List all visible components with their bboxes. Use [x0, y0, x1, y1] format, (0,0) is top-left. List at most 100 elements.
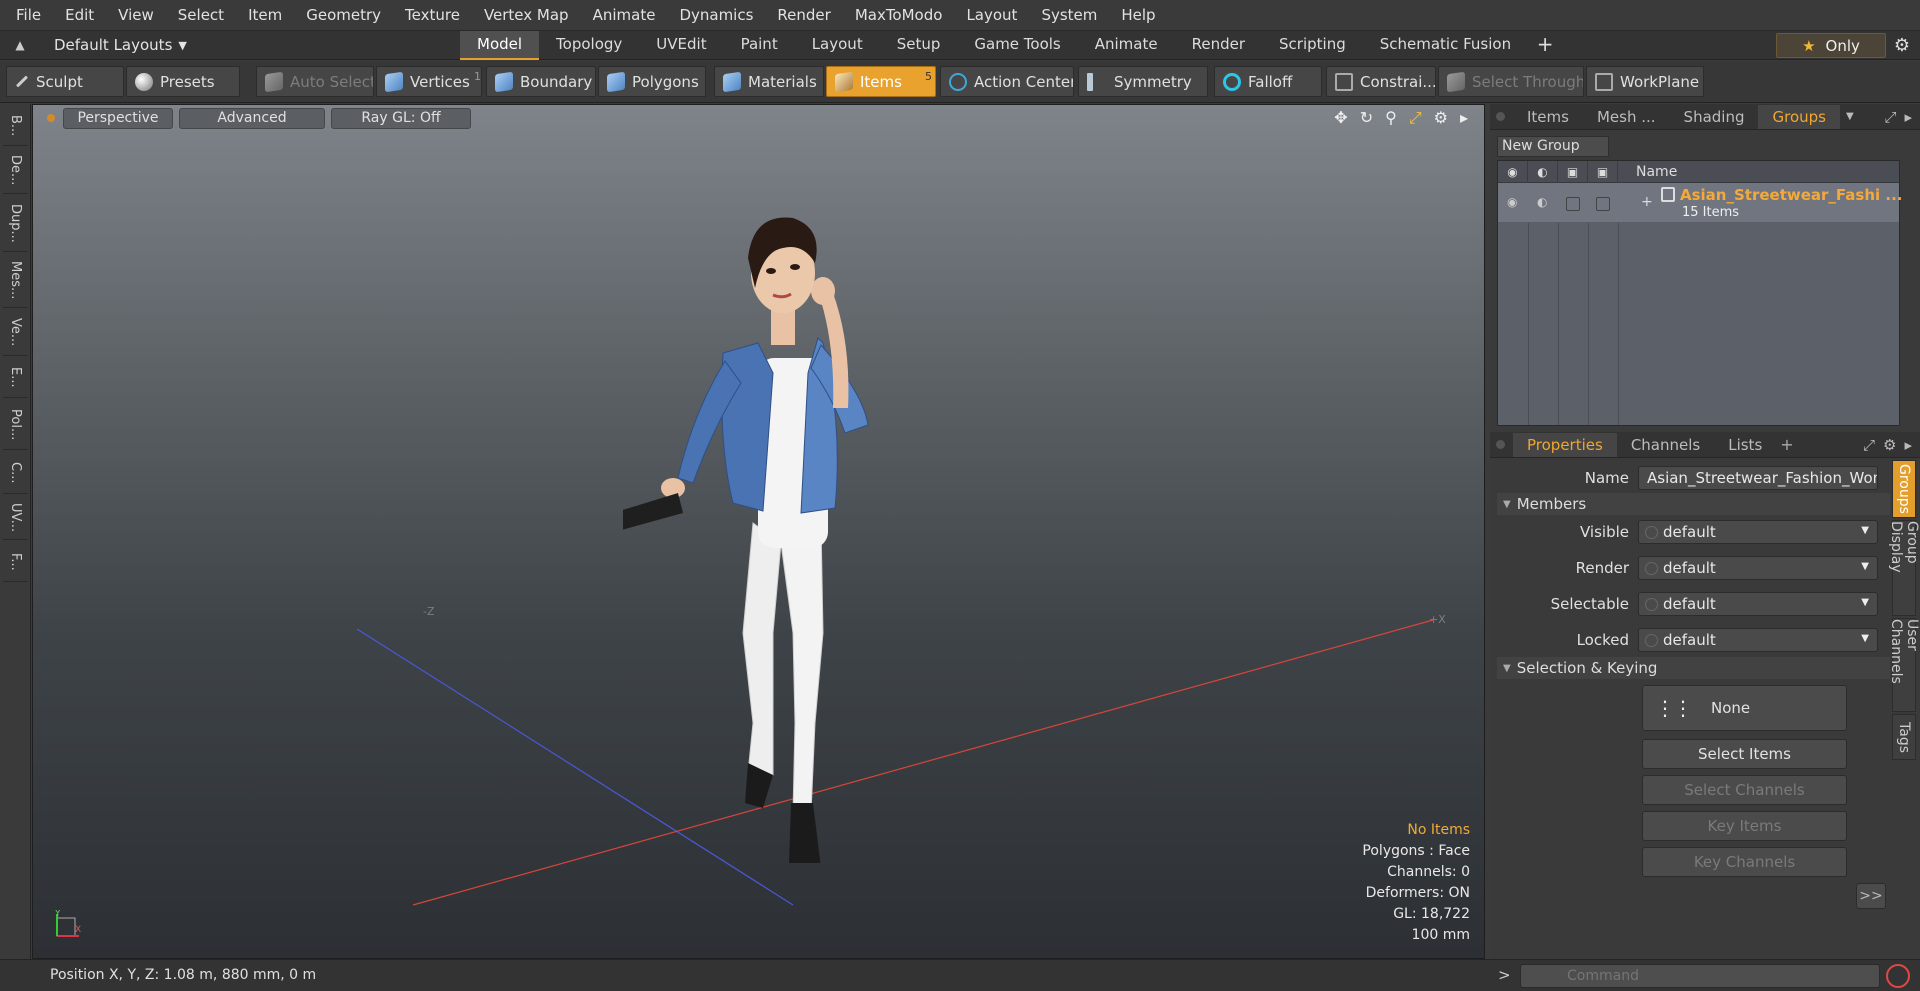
tab-model[interactable]: Model	[460, 30, 540, 60]
raygl-button[interactable]: Ray GL: Off	[331, 107, 471, 129]
workplane-button[interactable]: WorkPlane	[1586, 66, 1704, 97]
tab-animate[interactable]: Animate	[1078, 31, 1175, 60]
menu-file[interactable]: File	[4, 0, 53, 31]
chevron-down-icon[interactable]: ▼	[1846, 111, 1854, 122]
tab-properties[interactable]: Properties	[1513, 432, 1617, 457]
expand-arrow-icon[interactable]: ▸	[1904, 436, 1912, 454]
row-render-icon[interactable]: ◐	[1537, 195, 1547, 209]
key-channels-button[interactable]: Key Channels	[1642, 847, 1847, 877]
symmetry-button[interactable]: Symmetry	[1078, 66, 1208, 97]
tab-topology[interactable]: Topology	[539, 31, 639, 60]
auto-select-button[interactable]: Auto Select	[256, 66, 374, 97]
key-items-button[interactable]: Key Items	[1642, 811, 1847, 841]
side-tab-tags[interactable]: Tags	[1892, 714, 1916, 760]
menu-select[interactable]: Select	[166, 0, 236, 31]
left-tab-duplicate[interactable]: Dup...	[3, 196, 28, 252]
menu-view[interactable]: View	[106, 0, 166, 31]
left-tab-vertex[interactable]: Ve...	[3, 310, 28, 356]
constraints-button[interactable]: Constrai...	[1326, 66, 1436, 97]
layout-dropdown[interactable]: Default Layouts ▼	[40, 36, 460, 54]
panel-menu-dot[interactable]	[1496, 112, 1505, 121]
left-tab-edge[interactable]: E...	[3, 358, 28, 398]
selection-set-none-button[interactable]: ⋮⋮ None	[1642, 685, 1847, 731]
tab-scripting[interactable]: Scripting	[1262, 31, 1363, 60]
items-button[interactable]: Items	[826, 66, 936, 97]
record-icon[interactable]	[1886, 964, 1910, 988]
menu-geometry[interactable]: Geometry	[294, 0, 393, 31]
tab-groups[interactable]: Groups	[1758, 104, 1840, 129]
character-model[interactable]	[623, 163, 933, 863]
select-items-button[interactable]: Select Items	[1642, 739, 1847, 769]
gear-icon[interactable]: ⚙	[1884, 31, 1920, 60]
more-button[interactable]: >>	[1856, 883, 1886, 909]
3d-viewport[interactable]: -Z +X Perspective Advanced Ray GL: Off ✥…	[32, 104, 1485, 959]
visible-dropdown[interactable]: default ▼	[1638, 520, 1878, 544]
add-tab-icon[interactable]: +	[1780, 435, 1793, 454]
select-icon[interactable]: ▣	[1588, 160, 1618, 183]
left-tab-fusion[interactable]: F...	[3, 542, 28, 582]
render-icon[interactable]: ◐	[1528, 160, 1558, 183]
only-button[interactable]: ★ Only	[1776, 33, 1886, 58]
panel-menu-dot[interactable]	[1496, 440, 1505, 449]
side-tab-group-display[interactable]: Group Display	[1888, 520, 1920, 616]
side-tab-groups[interactable]: Groups	[1892, 460, 1916, 518]
menu-system[interactable]: System	[1029, 0, 1109, 31]
row-visibility-icon[interactable]: ◉	[1507, 195, 1517, 209]
falloff-button[interactable]: Falloff	[1214, 66, 1322, 97]
tab-mesh[interactable]: Mesh ...	[1583, 105, 1670, 129]
menu-maxtomodo[interactable]: MaxToModo	[843, 0, 955, 31]
left-tab-basic[interactable]: B...	[3, 106, 28, 146]
collapse-arrow-icon[interactable]: ▲	[0, 31, 40, 60]
group-row[interactable]: ◉ ◐ + Asian_Streetwear_Fashi ... 15 Item…	[1498, 183, 1902, 223]
side-tab-user-channels[interactable]: User Channels	[1888, 618, 1920, 712]
left-tab-deform[interactable]: De...	[3, 148, 28, 194]
tab-items[interactable]: Items	[1513, 105, 1583, 129]
expand-plus-icon[interactable]: +	[1641, 194, 1653, 210]
selection-keying-section[interactable]: ▼ Selection & Keying	[1497, 657, 1890, 679]
rotate-view-icon[interactable]: ↻	[1360, 108, 1373, 128]
fit-view-icon[interactable]: ⤢	[1409, 108, 1422, 128]
tab-lists[interactable]: Lists	[1714, 433, 1776, 457]
left-tab-curve[interactable]: C...	[3, 452, 28, 494]
menu-texture[interactable]: Texture	[393, 0, 472, 31]
row-select-checkbox[interactable]	[1596, 197, 1610, 211]
maximize-icon[interactable]: ⤢	[1863, 436, 1875, 454]
menu-layout[interactable]: Layout	[954, 0, 1029, 31]
select-channels-button[interactable]: Select Channels	[1642, 775, 1847, 805]
selectable-dropdown[interactable]: default ▼	[1638, 592, 1878, 616]
tab-channels[interactable]: Channels	[1617, 433, 1714, 457]
menu-item[interactable]: Item	[236, 0, 294, 31]
materials-button[interactable]: Materials	[714, 66, 824, 97]
expand-arrow-icon[interactable]: ▸	[1460, 108, 1468, 128]
boundary-button[interactable]: Boundary	[486, 66, 596, 97]
menu-render[interactable]: Render	[765, 0, 842, 31]
tab-setup[interactable]: Setup	[880, 31, 958, 60]
menu-dynamics[interactable]: Dynamics	[667, 0, 765, 31]
vertices-button[interactable]: Vertices	[376, 66, 482, 97]
tab-shading[interactable]: Shading	[1670, 105, 1759, 129]
left-tab-mesh-edit[interactable]: Mes...	[3, 254, 28, 308]
left-tab-polygon[interactable]: Pol...	[3, 400, 28, 450]
name-field[interactable]: Asian_Streetwear_Fashion_Wom	[1638, 466, 1878, 490]
new-group-button[interactable]: New Group	[1497, 136, 1609, 157]
tab-render[interactable]: Render	[1175, 31, 1262, 60]
menu-help[interactable]: Help	[1109, 0, 1167, 31]
polygons-button[interactable]: Polygons	[598, 66, 706, 97]
menu-edit[interactable]: Edit	[53, 0, 106, 31]
expand-arrow-icon[interactable]: ▸	[1904, 108, 1912, 126]
select-through-button[interactable]: Select Through	[1438, 66, 1584, 97]
perspective-button[interactable]: Perspective	[63, 107, 173, 129]
menu-animate[interactable]: Animate	[581, 0, 668, 31]
presets-button[interactable]: Presets	[126, 66, 240, 97]
move-view-icon[interactable]: ✥	[1334, 108, 1347, 128]
sculpt-button[interactable]: Sculpt	[6, 66, 124, 97]
viewport-settings-icon[interactable]: ⚙	[1434, 108, 1448, 128]
command-input[interactable]	[1520, 964, 1880, 988]
lock-icon[interactable]: ▣	[1558, 160, 1588, 183]
viewport-menu-dot[interactable]	[47, 114, 55, 122]
zoom-view-icon[interactable]: ⚲	[1385, 108, 1397, 128]
add-tab-button[interactable]: +	[1528, 31, 1562, 60]
left-tab-uv[interactable]: UV...	[3, 496, 28, 540]
menu-vertex-map[interactable]: Vertex Map	[472, 0, 581, 31]
tab-schematic-fusion[interactable]: Schematic Fusion	[1363, 31, 1528, 60]
